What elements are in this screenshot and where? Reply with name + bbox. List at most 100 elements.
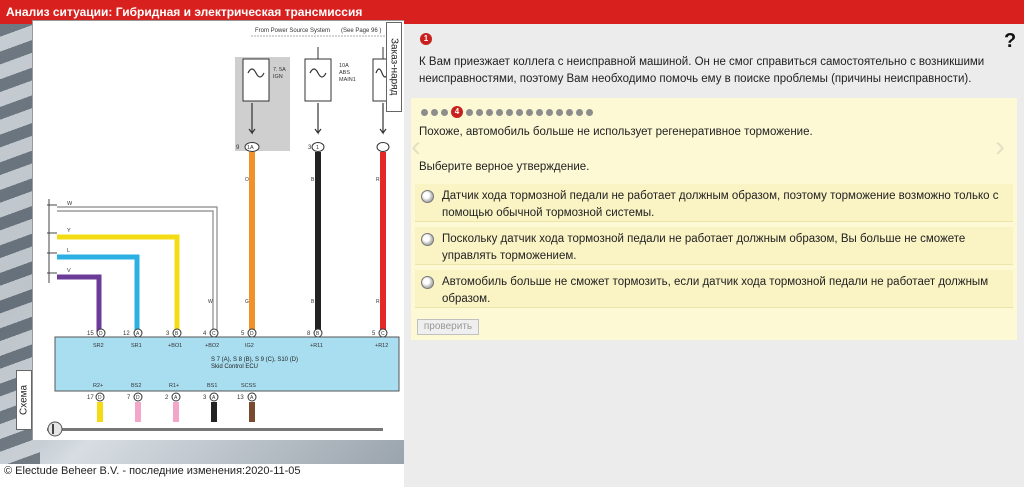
svg-text:+R11: +R11 bbox=[310, 343, 323, 349]
answer-option-3[interactable]: Автомобиль больше не сможет тормозить, е… bbox=[415, 270, 1013, 308]
ecu-bottom-pins: 17 D 7 D 2 A 3 A 13 A bbox=[87, 392, 257, 402]
svg-text:SR2: SR2 bbox=[93, 343, 104, 349]
svg-text:D: D bbox=[98, 395, 102, 401]
svg-text:W: W bbox=[67, 201, 73, 207]
svg-text:R2+: R2+ bbox=[93, 383, 103, 389]
svg-text:V: V bbox=[67, 268, 71, 274]
radio-icon[interactable] bbox=[421, 276, 434, 289]
radio-icon[interactable] bbox=[421, 233, 434, 246]
answer-label: Автомобиль больше не сможет тормозить, е… bbox=[442, 276, 989, 305]
svg-text:17: 17 bbox=[87, 395, 94, 401]
progress-dot[interactable] bbox=[466, 108, 473, 116]
wire-purple bbox=[57, 274, 102, 332]
svg-text:L: L bbox=[67, 248, 70, 254]
svg-text:G: G bbox=[245, 299, 249, 305]
svg-text:W: W bbox=[208, 299, 213, 305]
svg-text:C: C bbox=[381, 331, 385, 337]
svg-text:12: 12 bbox=[123, 331, 130, 337]
svg-text:13: 13 bbox=[237, 395, 244, 401]
wire-orange bbox=[249, 152, 255, 332]
svg-text:D: D bbox=[250, 331, 254, 337]
tab-scheme[interactable]: Схема bbox=[16, 370, 32, 430]
svg-text:+BO1: +BO1 bbox=[168, 343, 182, 349]
svg-text:2: 2 bbox=[165, 395, 169, 401]
svg-text:1: 1 bbox=[316, 145, 319, 151]
svg-text:BS2: BS2 bbox=[131, 383, 141, 389]
svg-text:15: 15 bbox=[87, 331, 94, 337]
diagram-source-label: From Power Source System bbox=[255, 28, 330, 34]
svg-text:3: 3 bbox=[166, 331, 170, 337]
question-prompt: Выберите верное утверждение. bbox=[419, 161, 590, 173]
footer-copyright: © Electude Beheer B.V. - последние измен… bbox=[4, 465, 301, 477]
check-button[interactable]: проверить bbox=[417, 319, 479, 335]
radio-icon[interactable] bbox=[421, 190, 434, 203]
svg-text:C: C bbox=[212, 331, 216, 337]
quiz-panel: 4 ‹ › Похоже, автомобиль больше не испол… bbox=[411, 98, 1017, 340]
svg-text:+R12: +R12 bbox=[375, 343, 388, 349]
svg-text:+BO2: +BO2 bbox=[205, 343, 219, 349]
progress-dot[interactable] bbox=[516, 108, 523, 116]
svg-text:7. 5A: 7. 5A bbox=[273, 67, 286, 73]
svg-text:IG2: IG2 bbox=[245, 343, 254, 349]
wire-red bbox=[380, 152, 386, 332]
svg-text:1A: 1A bbox=[247, 145, 254, 151]
svg-text:O: O bbox=[245, 177, 249, 183]
wiring-diagram: From Power Source System (See Page 96 ) … bbox=[47, 28, 400, 437]
svg-text:ABS: ABS bbox=[339, 70, 350, 76]
progress-dot[interactable] bbox=[586, 108, 593, 116]
zoom-slider-handle bbox=[47, 421, 63, 437]
next-question-icon[interactable]: › bbox=[995, 130, 1005, 164]
svg-text:B: B bbox=[311, 299, 315, 305]
progress-dot-current[interactable]: 4 bbox=[451, 106, 463, 118]
ecu-top-pins: 15 D 12 A 3 B 4 C 5 D 8 B 5 C bbox=[87, 328, 388, 338]
svg-text:7: 7 bbox=[127, 395, 131, 401]
ecu-name-label: Skid Control ECU bbox=[211, 364, 258, 370]
question-progress-dots[interactable]: 4 bbox=[421, 106, 593, 118]
svg-text:10A: 10A bbox=[339, 63, 349, 69]
progress-dot[interactable] bbox=[566, 108, 573, 116]
svg-text:3: 3 bbox=[308, 145, 312, 151]
progress-dot[interactable] bbox=[526, 108, 533, 116]
svg-text:SR1: SR1 bbox=[131, 343, 142, 349]
svg-text:MAIN1: MAIN1 bbox=[339, 77, 356, 83]
svg-text:BS1: BS1 bbox=[207, 383, 217, 389]
progress-dot[interactable] bbox=[576, 108, 583, 116]
svg-text:SCSS: SCSS bbox=[241, 383, 256, 389]
progress-dot[interactable] bbox=[546, 108, 553, 116]
question-mark-icon[interactable]: ? bbox=[1004, 30, 1016, 53]
answer-option-1[interactable]: Датчик хода тормозной педали не работает… bbox=[415, 184, 1013, 222]
step-badge: 1 bbox=[420, 33, 432, 45]
progress-dot[interactable] bbox=[476, 108, 483, 116]
svg-text:R1+: R1+ bbox=[169, 383, 179, 389]
svg-text:R: R bbox=[376, 299, 380, 305]
svg-text:Y: Y bbox=[67, 228, 71, 234]
progress-dot[interactable] bbox=[421, 108, 428, 116]
svg-text:5: 5 bbox=[241, 331, 245, 337]
wire-yellow bbox=[57, 234, 180, 332]
progress-dot[interactable] bbox=[431, 108, 438, 116]
svg-text:IGN: IGN bbox=[273, 74, 283, 80]
progress-dot[interactable] bbox=[496, 108, 503, 116]
progress-dot[interactable] bbox=[556, 108, 563, 116]
svg-text:5: 5 bbox=[372, 331, 376, 337]
answer-label: Поскольку датчик хода тормозной педали н… bbox=[442, 233, 966, 262]
progress-dot[interactable] bbox=[506, 108, 513, 116]
svg-text:B: B bbox=[311, 177, 315, 183]
progress-dot[interactable] bbox=[441, 108, 448, 116]
zoom-slider-track bbox=[47, 428, 383, 431]
svg-text:D: D bbox=[136, 395, 140, 401]
wiring-diagram-panel[interactable]: From Power Source System (See Page 96 ) … bbox=[32, 20, 404, 440]
svg-text:R: R bbox=[376, 177, 380, 183]
question-text: Похоже, автомобиль больше не использует … bbox=[419, 126, 813, 138]
diagram-see-page: (See Page 96 ) bbox=[341, 28, 381, 34]
svg-text:3: 3 bbox=[203, 395, 207, 401]
svg-text:D: D bbox=[99, 331, 103, 337]
ecu-connectors-label: S 7 (A), S 8 (B), S 9 (C), S10 (D) bbox=[211, 357, 298, 363]
progress-dot[interactable] bbox=[486, 108, 493, 116]
progress-dot[interactable] bbox=[536, 108, 543, 116]
svg-text:8: 8 bbox=[307, 331, 311, 337]
tab-order[interactable]: Заказ-наряд bbox=[386, 22, 402, 112]
svg-text:4: 4 bbox=[203, 331, 207, 337]
intro-text: К Вам приезжает коллега с неисправной ма… bbox=[419, 56, 985, 85]
answer-option-2[interactable]: Поскольку датчик хода тормозной педали н… bbox=[415, 227, 1013, 265]
